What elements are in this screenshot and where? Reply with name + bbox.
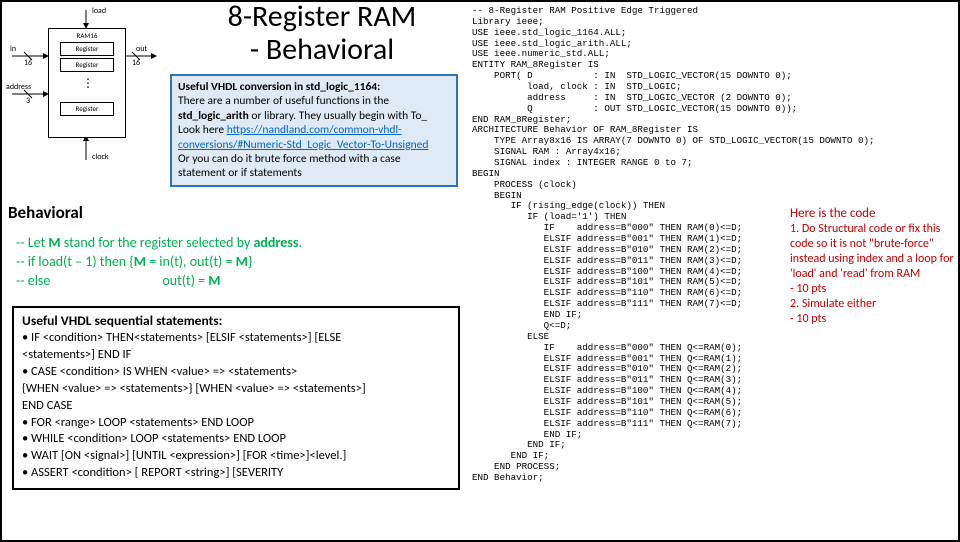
- b-l2a: -- if load(t – 1) then {: [16, 253, 134, 270]
- ram-diagram: load RAM16 Register Register ⋮ Register …: [6, 6, 164, 166]
- b-l2d: M: [236, 253, 248, 270]
- label-address: address: [6, 82, 31, 92]
- b-l3b: out(t) =: [162, 272, 208, 289]
- b-l3a: -- else: [16, 272, 50, 289]
- info-box-statements: Useful VHDL sequential statements: • IF …: [12, 306, 460, 490]
- info-box-conversions: Useful VHDL conversion in std_logic_1164…: [170, 74, 458, 187]
- label-in: in: [10, 44, 16, 54]
- info2-head: Useful VHDL sequential statements:: [22, 312, 450, 330]
- info2-b6: • ASSERT <condition> [ REPORT <string>] …: [22, 465, 450, 482]
- info2-b2c: END CASE: [22, 398, 450, 415]
- info1-head: Useful VHDL conversion in std_logic_1164…: [178, 80, 380, 94]
- b-l1a: -- Let: [16, 234, 48, 251]
- label-clock: clock: [92, 152, 108, 162]
- info2-b2: • CASE <condition> IS WHEN <value> => <s…: [22, 364, 450, 381]
- label-load: load: [92, 6, 106, 16]
- notes-n2: 2. Simulate either: [790, 297, 954, 312]
- b-l1e: .: [298, 234, 302, 251]
- notes-n2b: - 10 pts: [790, 312, 954, 327]
- label-16b: 16: [132, 58, 140, 68]
- info2-b2b: {WHEN <value> => <statements>} [WHEN <va…: [22, 381, 450, 398]
- info1-l5: Or you can do it brute force method with…: [178, 152, 450, 181]
- reg-box-2: Register: [60, 58, 114, 72]
- label-16a: 16: [24, 58, 32, 68]
- title-line-1: 8-Register RAM: [228, 0, 417, 35]
- b-l3c: M: [208, 272, 220, 289]
- b-l2e: }: [248, 253, 252, 270]
- info2-b5: • WAIT [ON <signal>] [UNTIL <expression>…: [22, 448, 450, 465]
- reg-box-1: Register: [60, 42, 114, 56]
- title-line-2: - Behavioral: [250, 31, 394, 68]
- b-l1c: stand for the register selected by: [61, 234, 254, 251]
- notes-n1b: - 10 pts: [790, 282, 954, 297]
- assignment-notes: Here is the code 1. Do Structural code o…: [790, 206, 954, 327]
- b-l2c: = in(t), out(t) =: [146, 253, 236, 270]
- b-l1b: M: [48, 234, 60, 251]
- info1-l4: Look here: [178, 123, 227, 137]
- label-dots: ⋮: [82, 76, 94, 91]
- label-3: 3: [26, 96, 30, 106]
- info1-l3a: std_logic_arith: [178, 109, 249, 123]
- info2-b3: • FOR <range> LOOP <statements> END LOOP: [22, 415, 450, 432]
- notes-head: Here is the code: [790, 206, 954, 222]
- behavioral-desc: -- Let M stand for the register selected…: [16, 234, 302, 291]
- info2-b1: • IF <condition> THEN<statements> [ELSIF…: [22, 330, 450, 347]
- b-l1d: address: [253, 234, 298, 251]
- label-ramtitle: RAM16: [49, 31, 125, 40]
- info1-l3b: or library. They usually begin with To_: [249, 109, 427, 123]
- info2-b1b: <statements>] END IF: [22, 347, 450, 364]
- b-l2b: M: [134, 253, 146, 270]
- reg-box-3: Register: [60, 102, 114, 116]
- slide: 8-Register RAM - Behavioral load RAM16 R…: [0, 0, 960, 542]
- info2-b4: • WHILE <condition> LOOP <statements> EN…: [22, 431, 450, 448]
- label-out: out: [136, 44, 147, 54]
- slide-title: 8-Register RAM - Behavioral: [172, 0, 472, 66]
- behavioral-heading: Behavioral: [8, 202, 83, 223]
- info1-l2: There are a number of useful functions i…: [178, 94, 450, 108]
- notes-n1: 1. Do Structural code or fix this code s…: [790, 222, 954, 282]
